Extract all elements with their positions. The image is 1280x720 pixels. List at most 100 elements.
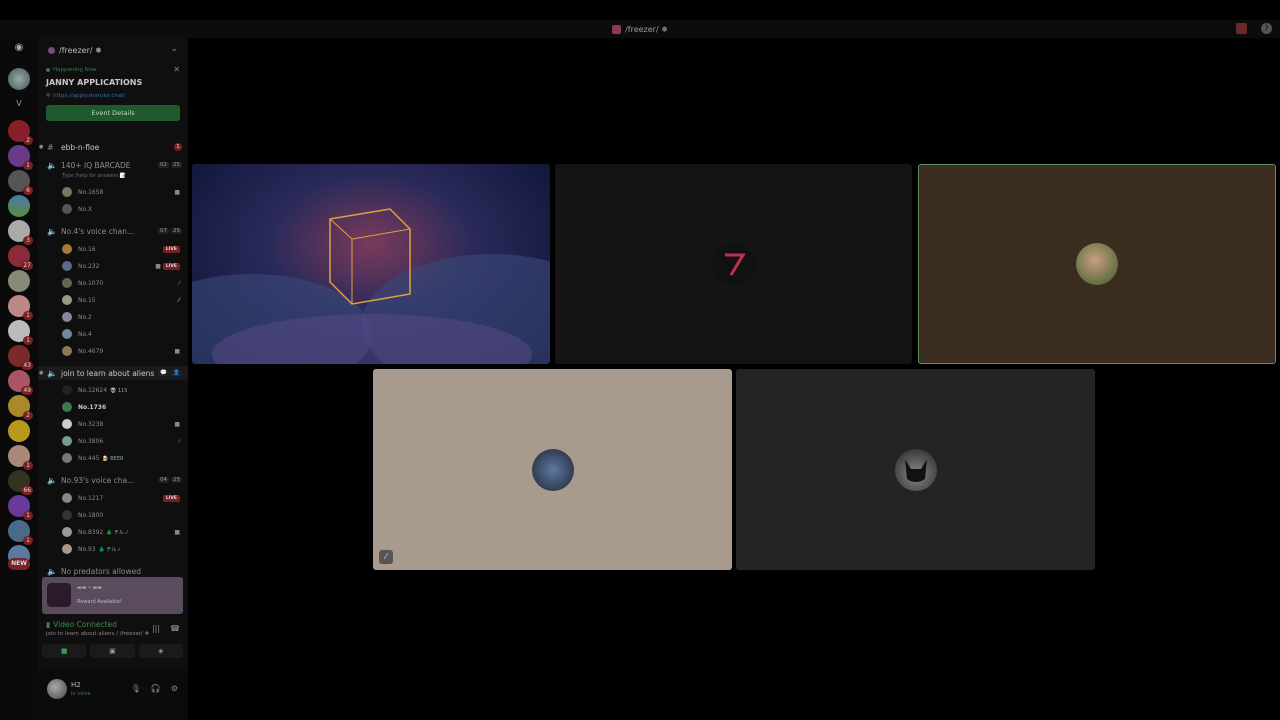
- count-current: 04: [158, 477, 169, 483]
- event-location: ⚲ https://apply.maruko.chat/: [46, 93, 180, 99]
- chat-icon[interactable]: 💬: [158, 370, 170, 376]
- mention-badge: 1: [23, 311, 33, 320]
- guild-name: /freezer/ ❅: [59, 45, 102, 55]
- server-icon[interactable]: 1: [8, 520, 33, 545]
- voice-member[interactable]: No.445 🍺 BEER: [62, 451, 182, 465]
- activity-button[interactable]: ◈: [138, 644, 183, 658]
- server-icon[interactable]: 43: [8, 345, 33, 370]
- voice-member[interactable]: No.4: [62, 327, 182, 341]
- voice-channel[interactable]: 🔈 No.93's voice cha... 04 25: [38, 473, 188, 487]
- new-badge[interactable]: NEW: [8, 558, 30, 570]
- voice-member-speaking[interactable]: No.1736: [62, 400, 182, 414]
- voice-member[interactable]: No.8392 🌲 チルノ ■: [62, 525, 182, 539]
- member-name: No.2: [78, 313, 92, 321]
- server-icon[interactable]: 66: [8, 470, 33, 495]
- channel-status: Type /help for answers 📝: [62, 173, 127, 179]
- video-tile[interactable]: [555, 164, 912, 364]
- voice-member[interactable]: No.12624 👽 115: [62, 383, 182, 397]
- video-tile[interactable]: ⁄: [373, 369, 732, 570]
- member-name-text: No.8392: [78, 528, 104, 536]
- reward-avatar: [47, 583, 71, 607]
- event-link[interactable]: https://apply.maruko.chat/: [53, 93, 125, 99]
- server-icon[interactable]: 3: [8, 220, 33, 245]
- server-icon[interactable]: [8, 420, 30, 442]
- voice-member[interactable]: No.1658 ■: [62, 185, 182, 199]
- guild-header[interactable]: /freezer/ ❅ ⌄: [38, 38, 188, 62]
- reward-banner[interactable]: ▬▬ • ▬▬ Reward Available!: [42, 577, 183, 614]
- voice-member[interactable]: No.4679 ■: [62, 344, 182, 358]
- server-icon[interactable]: 2: [8, 120, 33, 145]
- voice-location[interactable]: join to learn about aliens / /freezer/ ❅: [46, 631, 149, 637]
- voice-member[interactable]: No.3238 ■: [62, 417, 182, 431]
- voice-member[interactable]: No.93 🌲 チルノ: [62, 542, 182, 556]
- voice-channel-active[interactable]: ● 🔈 join to learn about aliens 💬 👤: [38, 366, 188, 380]
- voice-member[interactable]: No.15 ⁄⁄: [62, 293, 182, 307]
- event-status: Happening Now: [46, 67, 180, 73]
- camera-icon: ■: [174, 347, 180, 355]
- live-badge: LIVE: [162, 494, 180, 502]
- server-icon[interactable]: [8, 195, 30, 217]
- channel-sidebar: /freezer/ ❅ ⌄ Happening Now ✕ JANNY APPL…: [38, 38, 188, 720]
- gear-icon[interactable]: ⚙: [171, 684, 178, 693]
- server-icon[interactable]: 49: [8, 370, 33, 395]
- server-icon[interactable]: [8, 68, 30, 90]
- server-icon[interactable]: 1: [8, 320, 33, 345]
- title-bar: /freezer/ ❅ ?: [0, 0, 1280, 38]
- voice-member[interactable]: No.1217 LIVE: [62, 491, 182, 505]
- server-folder[interactable]: V: [8, 93, 30, 115]
- server-icon[interactable]: 2: [8, 395, 33, 420]
- video-tile[interactable]: [736, 369, 1095, 570]
- camera-icon: ■: [174, 420, 180, 428]
- mention-badge: 1: [23, 336, 33, 345]
- voice-member[interactable]: No.3806 ⁄: [62, 434, 182, 448]
- server-icon[interactable]: 1: [8, 295, 33, 320]
- server-icon[interactable]: 6: [8, 170, 33, 195]
- camera-icon: ■: [174, 188, 180, 196]
- screen-share-button[interactable]: ▣: [90, 644, 135, 658]
- video-tile-screenshare[interactable]: [192, 164, 550, 364]
- member-name: No.8392 🌲 チルノ: [78, 529, 174, 536]
- avatar: [62, 261, 72, 271]
- mention-badge: 1: [23, 161, 33, 170]
- member-name: No.4: [78, 330, 92, 338]
- voice-channel[interactable]: 🔈 No.4's voice chan... 07 25: [38, 224, 188, 238]
- server-icon[interactable]: 27: [8, 245, 33, 270]
- user-name[interactable]: H2: [71, 681, 81, 689]
- voice-member[interactable]: No.232 ■ LIVE: [62, 259, 182, 273]
- voice-channel[interactable]: 🔈 No predators allowed: [38, 564, 188, 578]
- member-name: No.12624 👽 115: [78, 387, 182, 394]
- disconnect-icon[interactable]: ☎: [170, 624, 180, 633]
- noise-suppression-icon[interactable]: |||: [152, 624, 160, 633]
- event-details-button[interactable]: Event Details: [46, 105, 180, 121]
- avatar: [62, 510, 72, 520]
- discord-home-icon[interactable]: ◉: [9, 42, 29, 58]
- close-icon[interactable]: ✕: [173, 65, 180, 74]
- server-icon[interactable]: 1: [8, 445, 33, 470]
- camera-button[interactable]: ■: [42, 644, 87, 658]
- voice-channel[interactable]: 🔈 140+ IQ BARCADE 02 25: [38, 158, 188, 172]
- voice-member[interactable]: No.1800: [62, 508, 182, 522]
- voice-member[interactable]: No.16 LIVE: [62, 242, 182, 256]
- text-channel[interactable]: ● # ebb-n-floe 1: [38, 140, 188, 154]
- chevron-down-icon[interactable]: ⌄: [170, 44, 178, 54]
- voice-status[interactable]: ▮ Video Connected: [46, 620, 117, 629]
- guild-icon: [48, 46, 55, 54]
- server-icon[interactable]: [8, 270, 30, 292]
- help-icon[interactable]: ?: [1261, 23, 1272, 34]
- microphone-icon[interactable]: 🎙: [131, 684, 141, 693]
- server-icon[interactable]: 1: [8, 145, 33, 170]
- voice-member[interactable]: No.2: [62, 310, 182, 324]
- user-avatar[interactable]: [47, 679, 67, 699]
- user-count: 02 25: [158, 162, 182, 168]
- voice-member[interactable]: No.X: [62, 202, 182, 216]
- headphones-icon[interactable]: 🎧: [151, 684, 161, 693]
- add-user-icon[interactable]: 👤: [171, 370, 182, 376]
- reward-user: ▬▬ • ▬▬: [77, 585, 103, 591]
- server-icon[interactable]: 1: [8, 495, 33, 520]
- video-tile-speaking[interactable]: [918, 164, 1276, 364]
- voice-panel: ▮ Video Connected join to learn about al…: [38, 616, 188, 676]
- speaker-icon: 🔈: [47, 475, 57, 485]
- voice-member[interactable]: No.1070 ⁄: [62, 276, 182, 290]
- server-rail: ◉ V 2 1 6 3 27 1 1 43 49 2 1 66 1 1 NEW: [0, 38, 38, 720]
- inbox-icon[interactable]: [1236, 23, 1247, 34]
